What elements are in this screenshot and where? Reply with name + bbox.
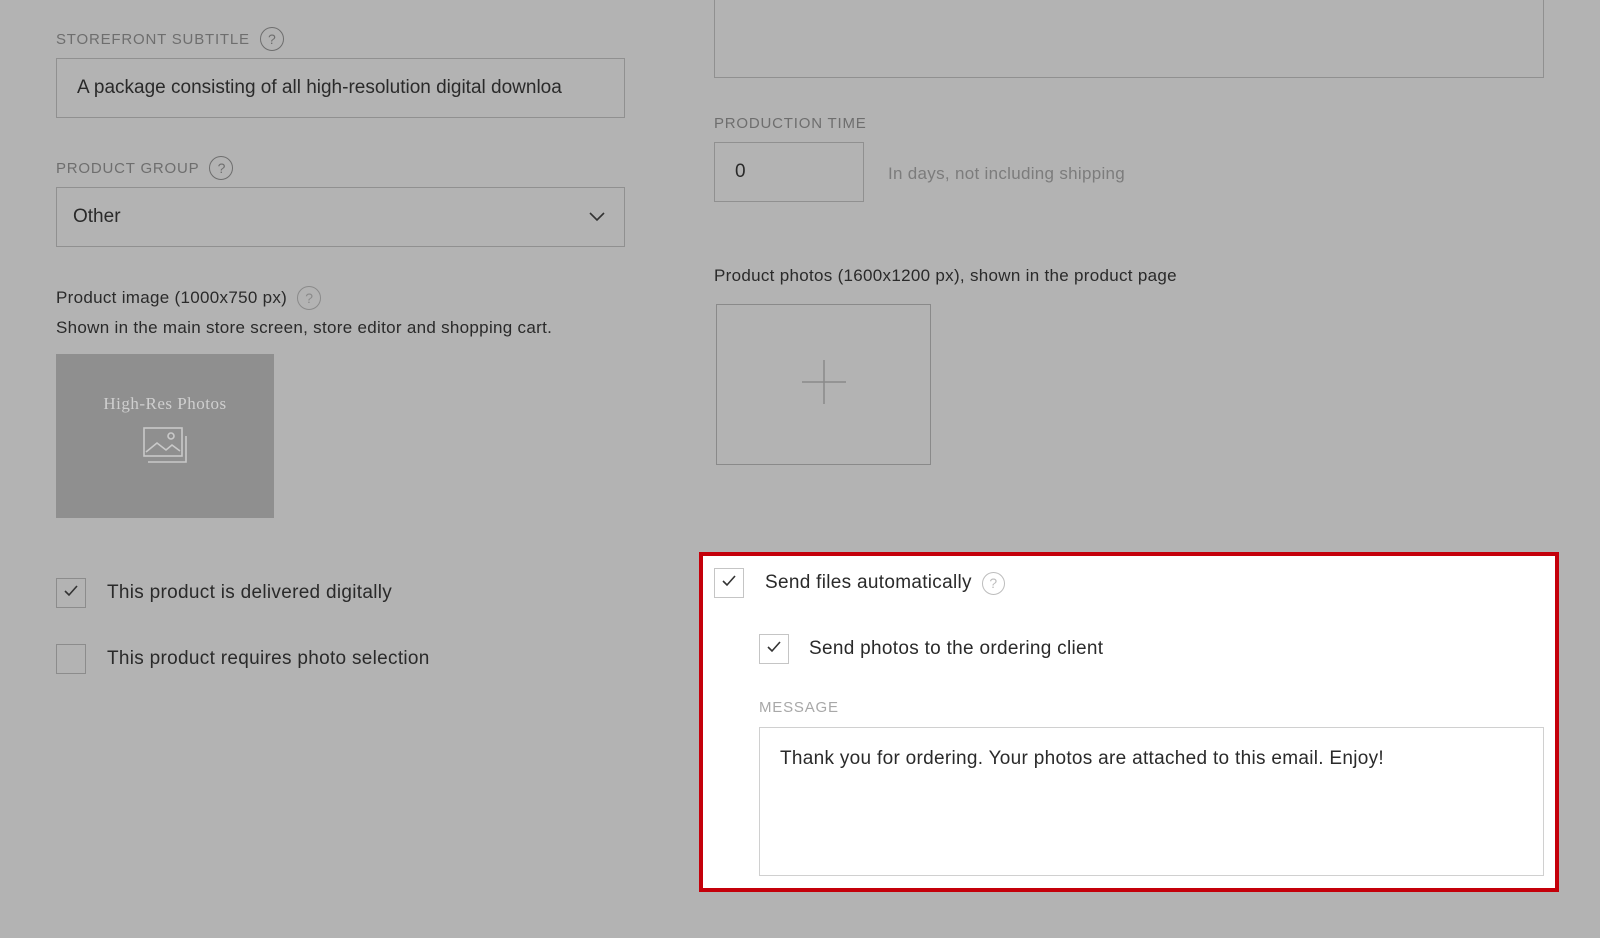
production-time-input[interactable]: 0 (714, 142, 864, 202)
send-files-checkbox[interactable] (714, 568, 744, 598)
product-settings-page: { "storefront_subtitle": { "label": "STO… (0, 0, 1600, 938)
send-files-row[interactable]: Send files automatically ? (714, 568, 1005, 598)
production-time-value: 0 (735, 161, 746, 182)
storefront-subtitle-label-text: STOREFRONT SUBTITLE (56, 30, 250, 48)
storefront-subtitle-input[interactable]: A package consisting of all high-resolut… (56, 58, 625, 118)
production-time-label: PRODUCTION TIME (714, 114, 867, 132)
delivered-digitally-label: This product is delivered digitally (107, 582, 393, 603)
chevron-down-icon (588, 206, 606, 228)
message-textarea[interactable]: Thank you for ordering. Your photos are … (759, 727, 1544, 876)
checkmark-icon (63, 584, 79, 603)
product-group-label: PRODUCT GROUP ? (56, 155, 234, 181)
production-time-hint: In days, not including shipping (888, 164, 1126, 183)
checkmark-icon (721, 574, 737, 593)
checkmark-icon (766, 640, 782, 659)
help-icon[interactable]: ? (209, 156, 234, 180)
product-group-selected: Other (73, 206, 121, 227)
product-group-label-text: PRODUCT GROUP (56, 159, 200, 177)
send-to-client-checkbox[interactable] (759, 634, 789, 664)
send-files-label: Send files automatically (765, 572, 972, 593)
product-image-title-row: Product image (1000x750 px) ? (56, 286, 322, 310)
delivered-digitally-row[interactable]: This product is delivered digitally (56, 578, 392, 608)
photo-selection-label: This product requires photo selection (107, 648, 430, 669)
product-group-select[interactable]: Other (56, 187, 625, 247)
help-icon[interactable]: ? (981, 571, 1005, 595)
image-placeholder-icon (142, 426, 188, 469)
help-icon[interactable]: ? (297, 286, 322, 310)
send-to-client-label: Send photos to the ordering client (809, 638, 1104, 659)
photo-selection-row[interactable]: This product requires photo selection (56, 644, 430, 674)
plus-icon (800, 358, 848, 411)
product-image-thumbnail[interactable]: High-Res Photos (56, 354, 274, 518)
storefront-subtitle-label: STOREFRONT SUBTITLE ? (56, 26, 284, 52)
description-textarea[interactable] (714, 0, 1544, 78)
delivered-digitally-checkbox[interactable] (56, 578, 86, 608)
add-product-photo-button[interactable] (716, 304, 931, 465)
send-to-client-row[interactable]: Send photos to the ordering client (759, 634, 1103, 664)
product-image-title: Product image (1000x750 px) (56, 288, 288, 307)
message-label: MESSAGE (759, 699, 839, 716)
thumbnail-text: High-Res Photos (103, 394, 227, 413)
storefront-subtitle-value: A package consisting of all high-resolut… (77, 77, 562, 98)
message-value: Thank you for ordering. Your photos are … (780, 748, 1385, 769)
product-photos-title: Product photos (1600x1200 px), shown in … (714, 266, 1177, 285)
photo-selection-checkbox[interactable] (56, 644, 86, 674)
product-image-description: Shown in the main store screen, store ed… (56, 318, 553, 337)
help-icon[interactable]: ? (259, 27, 284, 51)
